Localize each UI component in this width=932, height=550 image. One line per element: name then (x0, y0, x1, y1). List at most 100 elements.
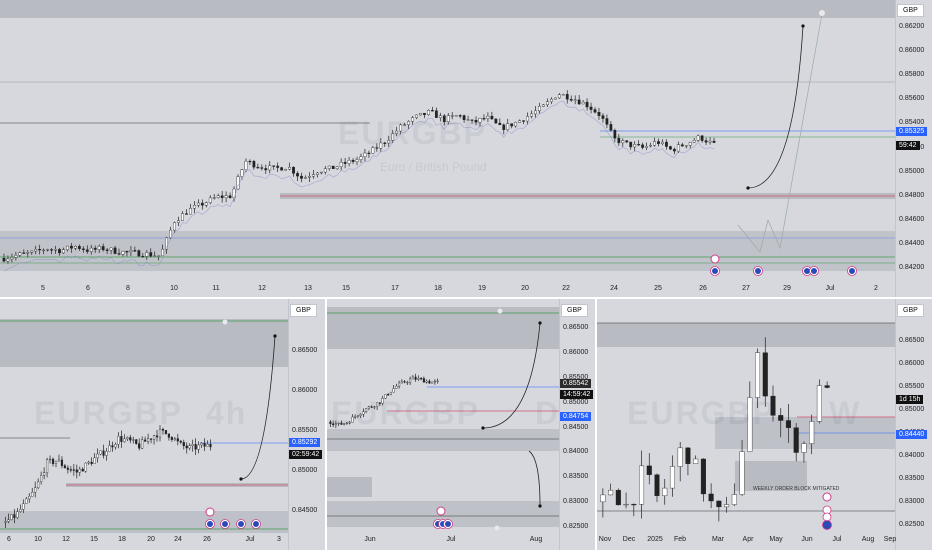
main-y-tick: 0.86000 (899, 47, 925, 55)
main-candle-body (256, 166, 260, 169)
main-candle-body (676, 144, 680, 152)
br-candle-body (716, 500, 722, 508)
br-candle-body (631, 503, 637, 506)
main-candle-body (288, 167, 291, 170)
main-candle-body (276, 165, 280, 168)
bl-watermark-tf: 4h (206, 395, 248, 431)
main-timer-badge: 59:42 (896, 141, 920, 150)
event-marker-dot (811, 268, 817, 274)
bm-price-label-badge: 0.85542 (560, 379, 592, 388)
main-candle-body (141, 255, 145, 258)
main-candle-body (327, 165, 331, 169)
main-x-tick: 12 (258, 285, 266, 292)
bl-event-marker-dot (207, 521, 213, 527)
main-candle-body (510, 123, 514, 127)
bl-candle-body (45, 459, 49, 473)
bl-candle-body (141, 439, 144, 449)
bl-candle-body (69, 469, 72, 471)
bm-currency-label[interactable]: GBP (561, 304, 588, 317)
bm-candle-body (392, 388, 395, 393)
bm-candle-body (428, 380, 431, 384)
main-candle-body (494, 118, 498, 124)
main-candle-body (526, 116, 529, 122)
br-event-marker-dot (822, 520, 832, 530)
main-candle-body (700, 135, 704, 141)
main-candle-body (272, 165, 276, 167)
main-projection-end-dot (801, 24, 805, 28)
main-candle-body (153, 255, 157, 257)
main-candle-body (549, 98, 553, 102)
main-currency-label[interactable]: GBP (897, 4, 924, 17)
br-candle-body (623, 503, 629, 506)
main-y-tick: 0.85400 (899, 119, 925, 127)
bm-target-dot (497, 308, 503, 314)
main-candle-body (185, 213, 188, 215)
bm-y-tick: 0.86500 (563, 324, 589, 331)
main-candle-body (292, 167, 295, 174)
main-candle-body (244, 160, 248, 170)
main-candle-body (522, 120, 526, 122)
main-candle-body (133, 250, 137, 252)
event-marker-dot (804, 268, 810, 274)
main-chart-panel[interactable]: EURGBP Euro / British Pound GBP 0.86200 0… (0, 0, 932, 297)
main-candle-body (81, 248, 85, 250)
bl-currency-label[interactable]: GBP (290, 304, 317, 317)
bl-watermark: EURGBP (34, 395, 183, 431)
main-x-tick: 18 (434, 285, 442, 292)
bl-candle-body (16, 511, 19, 518)
main-candle-body (66, 245, 69, 250)
main-x-tick: 26 (699, 285, 707, 292)
main-candle-body (311, 174, 315, 177)
br-chart-panel[interactable]: EURGBP W GBP 0.86500 0.86000 0.85500 0.8500… (597, 299, 932, 550)
main-candle-body (58, 249, 61, 254)
br-candle-body (662, 487, 668, 496)
main-candle-body (38, 249, 42, 251)
main-candle-body (514, 122, 518, 127)
main-candle-body (530, 113, 533, 117)
br-candle-body (809, 421, 815, 444)
bm-chart-panel[interactable]: EURGBP D GBP 0.86500 0.86000 0.85500 0.8500… (327, 299, 595, 550)
bl-chart-panel[interactable]: EURGBP 4h GBP 0.86500 0.86000 0.85500 0.850… (0, 299, 325, 550)
bl-candle-body (173, 438, 176, 440)
br-candle-body (669, 466, 675, 489)
main-candle-body (117, 253, 121, 255)
main-candle-body (220, 195, 224, 199)
bl-candle-body (152, 435, 156, 440)
bl-candle-body (194, 444, 197, 450)
main-candle-body (169, 229, 172, 239)
br-candle-body (778, 415, 784, 421)
br-x-tick: Feb (673, 536, 687, 543)
bl-candle-body (209, 443, 212, 448)
bl-candle-body (19, 509, 22, 512)
main-candle-body (696, 135, 700, 141)
bl-candle-body (72, 469, 75, 471)
main-candle-body (10, 257, 14, 260)
br-candle-body (708, 493, 714, 502)
event-marker-dot (712, 268, 718, 274)
br-currency-label[interactable]: GBP (897, 304, 924, 317)
bm-candle-body (403, 381, 406, 383)
bl-candle-body (31, 492, 34, 497)
bl-candle-body (75, 469, 78, 473)
bl-candle-body (167, 433, 171, 438)
bl-candle-body (81, 468, 84, 472)
br-event-marker-icon (822, 512, 832, 522)
main-candle-body (173, 222, 176, 231)
bl-candle-body (90, 461, 93, 464)
main-candle-body (181, 213, 184, 221)
bl-y-tick: 0.84500 (292, 507, 318, 514)
br-candle-body (816, 385, 822, 422)
main-candle-body (565, 94, 569, 100)
bm-y-tick: 0.83000 (563, 498, 589, 506)
main-candle-body (613, 130, 617, 139)
bm-x-tick: Jun (364, 536, 376, 543)
main-x-tick: 11 (212, 285, 220, 292)
main-candle-body (113, 247, 117, 254)
bl-x-tick: 24 (174, 536, 182, 543)
bl-candle-body (179, 440, 182, 443)
br-x-tick: Aug (861, 536, 875, 543)
main-target-dot (819, 10, 825, 16)
main-candle-body (308, 176, 311, 178)
br-y-tick: 0.82500 (899, 521, 925, 528)
bl-x-tick: 12 (62, 536, 70, 543)
